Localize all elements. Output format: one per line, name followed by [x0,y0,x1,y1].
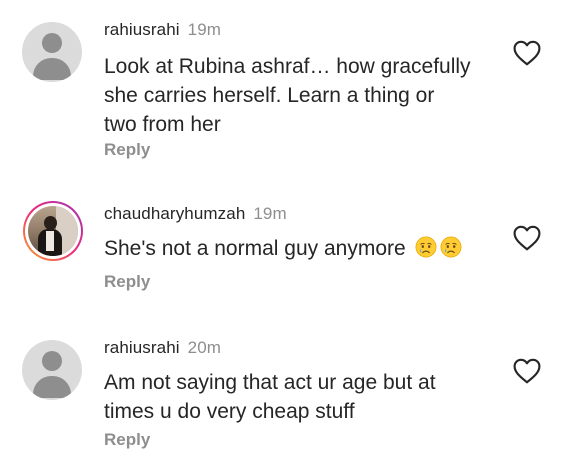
profile-photo [28,206,78,256]
photo-person-shirt [46,231,54,251]
username-link[interactable]: rahiusrahi [104,338,180,357]
reply-button[interactable]: Reply [104,272,150,292]
comment-text-line: Look at Rubina ashraf… how gracefully [104,55,471,78]
reply-button[interactable]: Reply [104,140,150,160]
comment-text-line: she carries herself. Learn a thing or [104,84,435,107]
reply-button[interactable]: Reply [104,430,150,450]
heart-outline-icon[interactable] [512,358,542,384]
comment-timestamp: 19m [253,204,287,223]
comment-header: rahiusrahi 19m [104,20,221,40]
comment-text: Am not saying that act ur age but at tim… [104,368,504,426]
comment-header: chaudharyhumzah 19m [104,204,287,224]
default-avatar-icon[interactable] [22,340,82,400]
default-avatar-icon[interactable] [22,22,82,82]
heart-outline-icon[interactable] [512,40,542,66]
crying-face-emoji [440,236,461,258]
avatar-shoulders-shape [33,376,71,398]
photo-person-head [44,216,57,230]
avatar-shoulders-shape [33,58,71,80]
comment-text-line: two from her [104,113,221,136]
avatar-head-shape [42,33,62,53]
comment-item: rahiusrahi 19m Look at Rubina ashraf… how… [0,0,570,180]
comment-text-body: She's not a normal guy anymore [104,237,406,260]
profile-photo-avatar[interactable] [23,201,83,261]
comment-item: rahiusrahi 20m Am not saying that act ur … [0,330,570,453]
heart-outline-icon[interactable] [512,225,542,251]
username-link[interactable]: chaudharyhumzah [104,204,245,223]
username-link[interactable]: rahiusrahi [104,20,180,39]
avatar-head-shape [42,351,62,371]
comment-item: chaudharyhumzah 19m She's not a normal gu… [0,180,570,330]
comment-text: She's not a normal guy anymore [104,234,524,263]
comment-timestamp: 19m [187,20,222,39]
comment-text-line: times u do very cheap stuff [104,400,355,423]
crying-face-emoji [415,236,436,258]
avatar-ring-gap [25,203,81,259]
comment-header: rahiusrahi 20m [104,338,221,358]
comment-text-line: Am not saying that act ur age but at [104,371,436,394]
comment-text: Look at Rubina ashraf… how gracefully sh… [104,52,504,139]
comment-timestamp: 20m [187,338,222,357]
